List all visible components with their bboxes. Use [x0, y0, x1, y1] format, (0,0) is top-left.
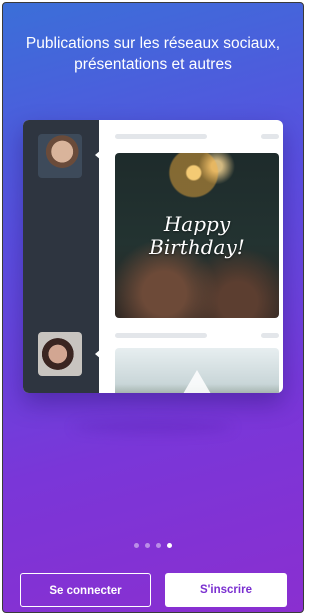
pagination-dot[interactable] [145, 543, 150, 548]
onboarding-headline: Publications sur les réseaux sociaux, pr… [17, 33, 289, 75]
pagination-dots [3, 543, 303, 548]
mountain-icon [183, 370, 211, 393]
avatar-woman [38, 332, 82, 376]
pagination-dot[interactable] [134, 543, 139, 548]
birthday-text-line-1: Happy [163, 212, 231, 236]
login-button[interactable]: Se connecter [20, 573, 151, 607]
birthday-text-line-2: Birthday! [149, 235, 245, 259]
placeholder-bar [261, 134, 279, 139]
landscape-post-image [115, 348, 279, 393]
pagination-dot[interactable] [156, 543, 161, 548]
onboarding-screen: Publications sur les réseaux sociaux, pr… [2, 2, 304, 613]
card-shadow [73, 421, 233, 433]
headline-line-2: présentations et autres [74, 56, 232, 73]
pagination-dot-active[interactable] [167, 543, 172, 548]
placeholder-bar [261, 333, 279, 338]
headline-line-1: Publications sur les réseaux sociaux, [25, 35, 281, 52]
birthday-post-image: Happy Birthday! [115, 153, 279, 318]
avatar-man [38, 134, 82, 178]
placeholder-bar [115, 134, 207, 139]
pointer-arrow [95, 150, 101, 160]
pointer-arrow [95, 349, 101, 359]
preview-card: Happy Birthday! [23, 120, 283, 393]
signup-button[interactable]: S'inscrire [165, 573, 287, 607]
placeholder-bar [115, 333, 207, 338]
